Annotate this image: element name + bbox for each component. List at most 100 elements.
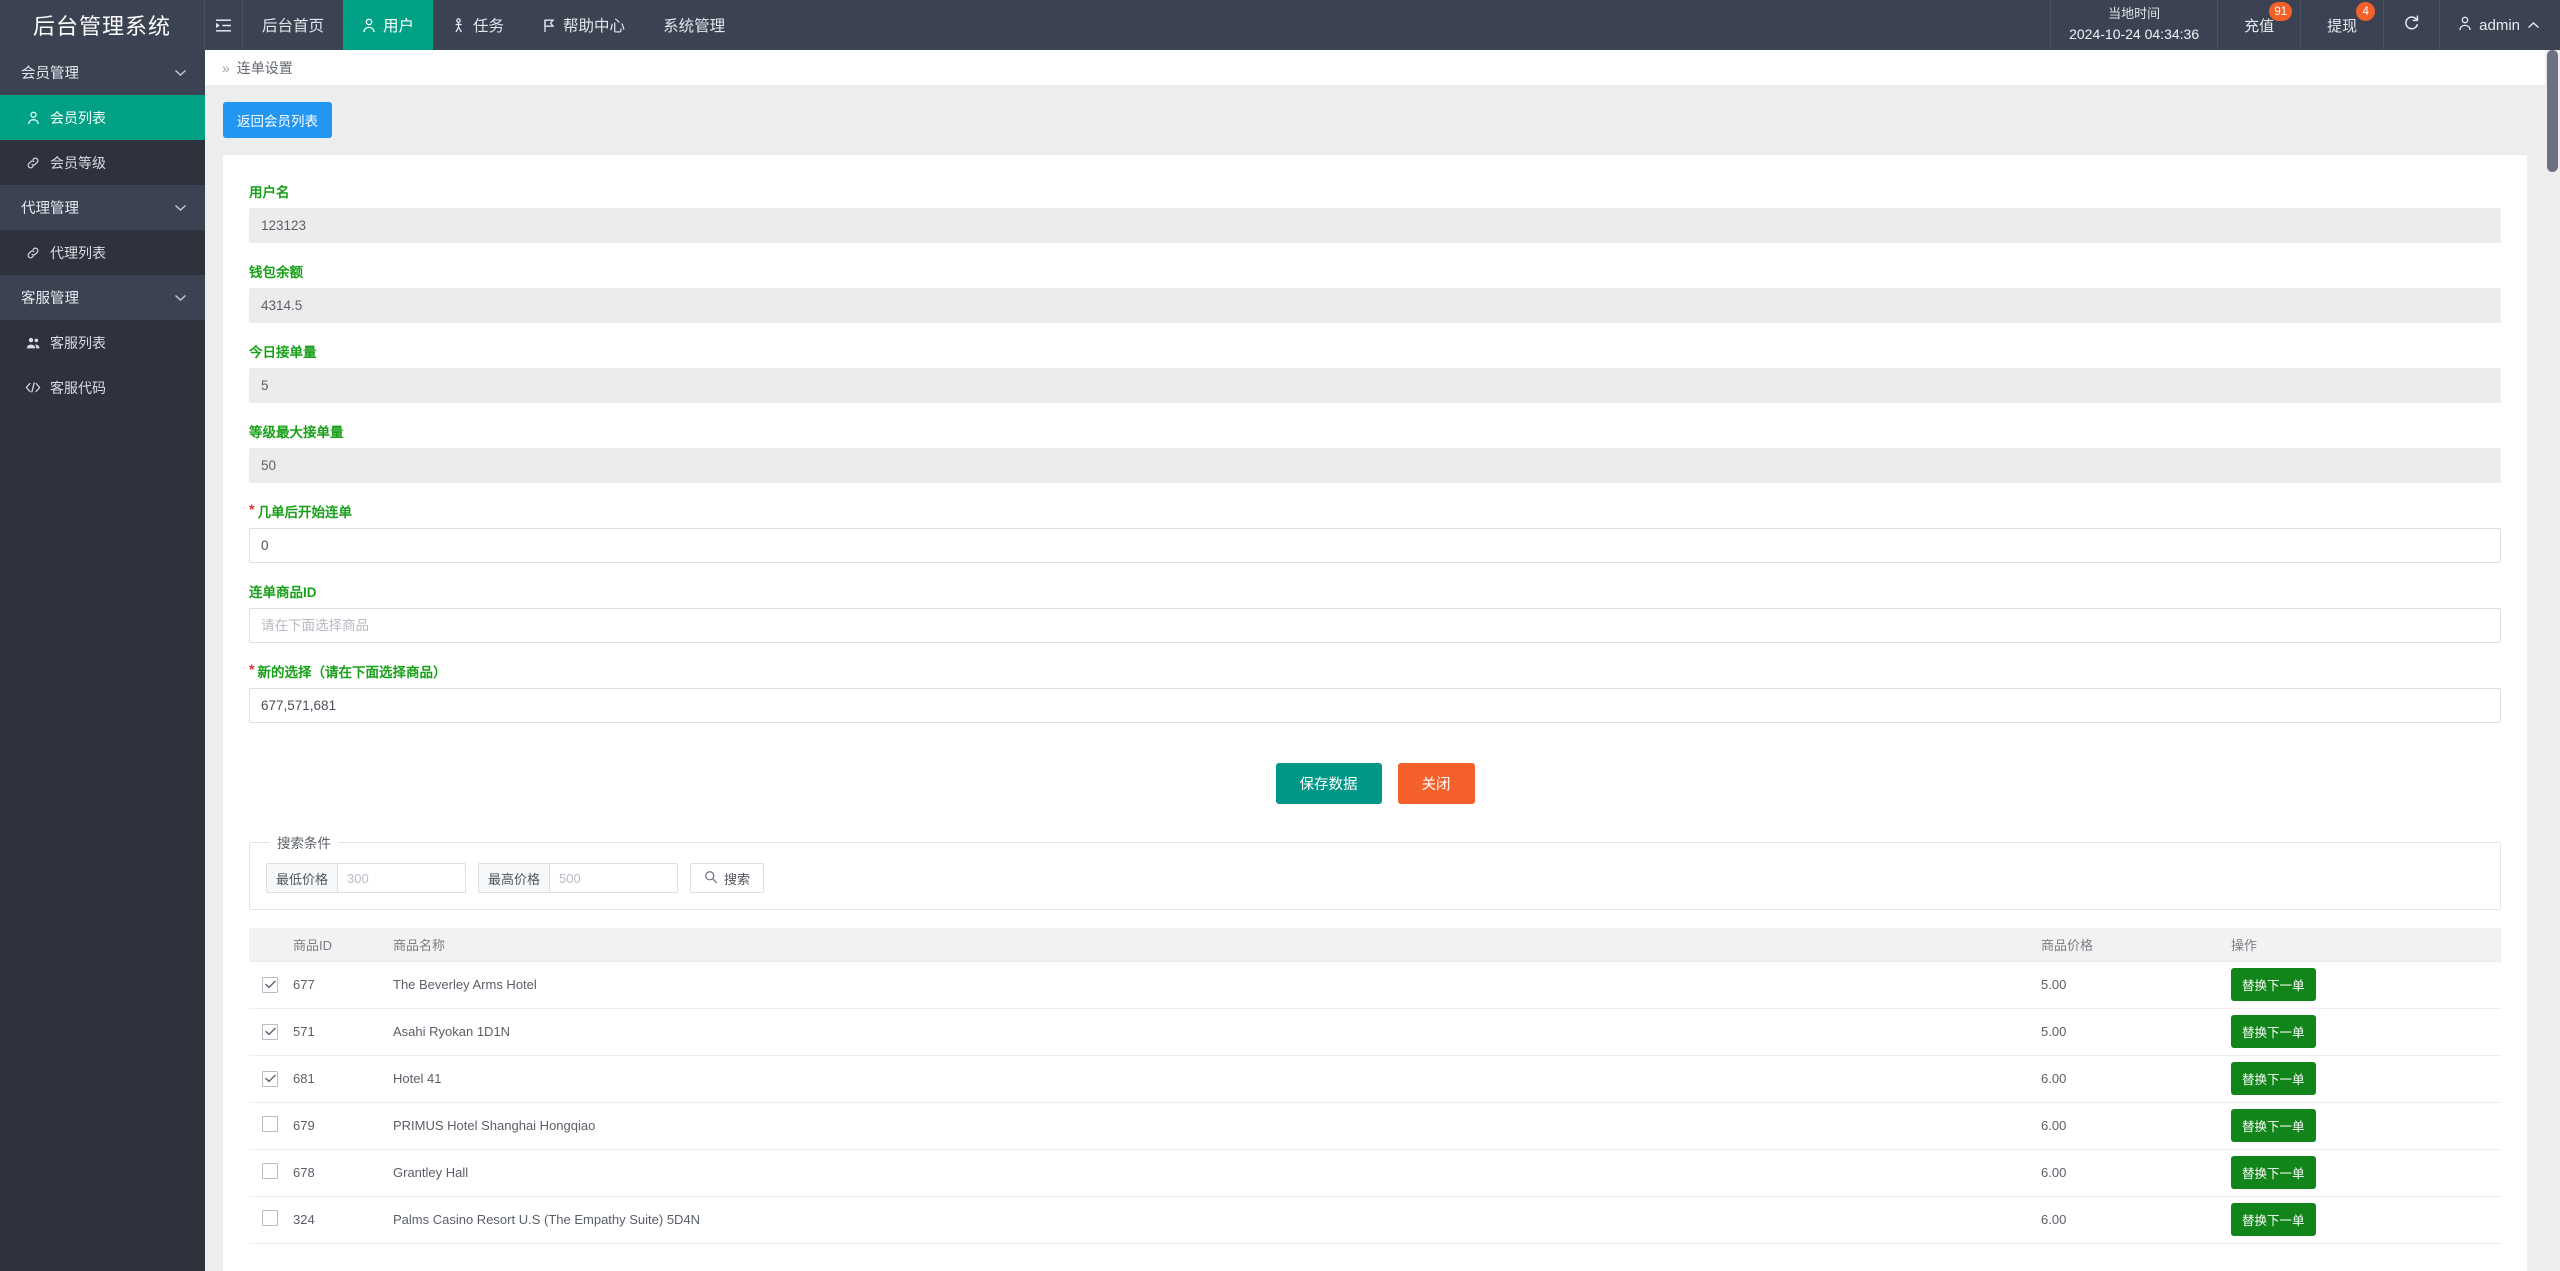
nav-item-help[interactable]: 帮助中心 <box>523 0 644 50</box>
sidebar-label-member-level: 会员等级 <box>50 154 106 171</box>
replace-next-order-button[interactable]: 替换下一单 <box>2231 1203 2316 1236</box>
brand-title: 后台管理系统 <box>0 0 205 50</box>
row-checkbox[interactable] <box>262 976 278 993</box>
search-icon <box>704 870 718 887</box>
row-operation-cell: 替换下一单 <box>2231 1008 2501 1056</box>
max-price-group: 最高价格 <box>478 863 679 893</box>
wallet-balance-input[interactable] <box>249 288 2501 323</box>
account-menu[interactable]: admin <box>2440 0 2560 50</box>
chevron-down-icon <box>174 200 187 216</box>
chevron-down-icon <box>174 290 187 306</box>
replace-next-order-button[interactable]: 替换下一单 <box>2231 1156 2316 1189</box>
products-table: 商品ID 商品名称 商品价格 操作 677 The Beverley Arms H… <box>249 928 2501 1244</box>
row-product-id: 677 <box>293 961 393 1009</box>
linked-product-id-input[interactable] <box>249 608 2501 643</box>
max-price-input[interactable] <box>549 863 679 893</box>
sidebar-group-support[interactable]: 客服管理 <box>0 275 205 320</box>
recharge-badge: 91 <box>2269 2 2293 21</box>
field-today-orders: 今日接单量 <box>249 341 2501 403</box>
chevron-down-icon <box>174 65 187 81</box>
row-select-cell <box>249 1149 293 1197</box>
field-label-text-new-selection: 新的选择（请在下面选择商品） <box>257 665 447 680</box>
min-price-input[interactable] <box>337 863 467 893</box>
row-product-name: Palms Casino Resort U.S (The Empathy Sui… <box>393 1196 2041 1244</box>
field-max-orders: 等级最大接单量 <box>249 421 2501 483</box>
sidebar-item-agent-list[interactable]: 代理列表 <box>0 230 205 275</box>
row-checkbox[interactable] <box>262 1023 278 1040</box>
new-selection-input[interactable] <box>249 688 2501 723</box>
nav-item-user[interactable]: 用户 <box>343 0 434 50</box>
nav-label-help: 帮助中心 <box>563 18 626 35</box>
sidebar-item-member-level[interactable]: 会员等级 <box>0 140 205 185</box>
sidebar-group-agent[interactable]: 代理管理 <box>0 185 205 230</box>
page-scrollbar[interactable] <box>2545 50 2560 1271</box>
replace-next-order-button[interactable]: 替换下一单 <box>2231 1015 2316 1048</box>
sidebar-item-member-list[interactable]: 会员列表 <box>0 95 205 140</box>
close-button[interactable]: 关闭 <box>1397 763 1475 804</box>
main-nav: 后台首页 用户 任务 帮助中心 系统管理 <box>243 0 744 50</box>
row-checkbox[interactable] <box>262 1163 278 1179</box>
nav-item-home[interactable]: 后台首页 <box>243 0 343 50</box>
row-product-price: 5.00 <box>2041 961 2231 1009</box>
username-input[interactable] <box>249 208 2501 243</box>
sidebar-item-support-list[interactable]: 客服列表 <box>0 320 205 365</box>
search-button[interactable]: 搜索 <box>690 863 765 893</box>
table-row: 678 Grantley Hall 6.00 替换下一单 <box>249 1149 2501 1197</box>
min-price-group: 最低价格 <box>266 863 467 893</box>
row-product-name: PRIMUS Hotel Shanghai Hongqiao <box>393 1102 2041 1150</box>
sidebar-group-member[interactable]: 会员管理 <box>0 50 205 95</box>
today-orders-input[interactable] <box>249 368 2501 403</box>
row-operation-cell: 替换下一单 <box>2231 1196 2501 1244</box>
return-to-member-list-button[interactable]: 返回会员列表 <box>223 102 332 138</box>
sidebar-toggle-button[interactable] <box>205 0 243 50</box>
account-name: admin <box>2479 16 2520 34</box>
recharge-button[interactable]: 充值 91 <box>2218 0 2302 50</box>
start-after-orders-input[interactable] <box>249 528 2501 563</box>
header-right-area: 当地时间 2024-10-24 04:34:36 充值 91 提现 4 admi… <box>2050 0 2560 50</box>
products-table-header-row: 商品ID 商品名称 商品价格 操作 <box>249 928 2501 962</box>
min-price-label: 最低价格 <box>266 863 338 893</box>
max-orders-input[interactable] <box>249 448 2501 483</box>
row-product-name: Grantley Hall <box>393 1149 2041 1197</box>
sidebar-group-label-support: 客服管理 <box>21 291 79 307</box>
row-checkbox[interactable] <box>262 1116 278 1132</box>
local-time-block: 当地时间 2024-10-24 04:34:36 <box>2050 0 2219 50</box>
row-checkbox[interactable] <box>262 1210 278 1226</box>
field-new-selection: * 新的选择（请在下面选择商品） <box>249 661 2501 723</box>
replace-next-order-button[interactable]: 替换下一单 <box>2231 1109 2316 1142</box>
field-label-start-after-orders: * 几单后开始连单 <box>249 501 2501 521</box>
refresh-button[interactable] <box>2384 0 2441 50</box>
nav-label-task: 任务 <box>473 18 505 35</box>
nav-item-system[interactable]: 系统管理 <box>644 0 744 50</box>
sidebar-item-support-code[interactable]: 客服代码 <box>0 365 205 410</box>
withdraw-badge: 4 <box>2356 2 2376 21</box>
table-row: 679 PRIMUS Hotel Shanghai Hongqiao 6.00 替换下… <box>249 1102 2501 1150</box>
settings-card: 用户名 钱包余额 今日接单量 等级最大接单量 * 几单后开始连单 连单商品ID <box>223 155 2527 1271</box>
row-select-cell <box>249 1196 293 1244</box>
recharge-label: 充值 <box>2244 17 2275 35</box>
nav-item-task[interactable]: 任务 <box>433 0 523 50</box>
chevron-up-icon <box>2527 17 2540 34</box>
breadcrumb-current: 连单设置 <box>236 59 293 76</box>
withdraw-button[interactable]: 提现 4 <box>2301 0 2385 50</box>
col-product-name: 商品名称 <box>393 928 2041 962</box>
withdraw-label: 提现 <box>2327 17 2358 35</box>
sidebar-label-support-list: 客服列表 <box>50 334 106 351</box>
replace-next-order-button[interactable]: 替换下一单 <box>2231 968 2316 1001</box>
sidebar-label-agent-list: 代理列表 <box>50 244 106 261</box>
save-data-button[interactable]: 保存数据 <box>1275 763 1382 804</box>
field-linked-product-id: 连单商品ID <box>249 581 2501 643</box>
row-product-name: Asahi Ryokan 1D1N <box>393 1008 2041 1056</box>
page-scrollbar-thumb[interactable] <box>2547 50 2558 172</box>
row-select-cell <box>249 1055 293 1103</box>
link-icon <box>25 246 41 260</box>
max-price-label: 最高价格 <box>478 863 550 893</box>
replace-next-order-button[interactable]: 替换下一单 <box>2231 1062 2316 1095</box>
row-checkbox[interactable] <box>262 1070 278 1087</box>
row-product-id: 678 <box>293 1149 393 1197</box>
search-conditions-legend: 搜索条件 <box>277 836 331 851</box>
row-product-id: 679 <box>293 1102 393 1150</box>
row-product-price: 6.00 <box>2041 1055 2231 1103</box>
col-product-id: 商品ID <box>293 928 393 962</box>
users-icon <box>25 336 41 350</box>
